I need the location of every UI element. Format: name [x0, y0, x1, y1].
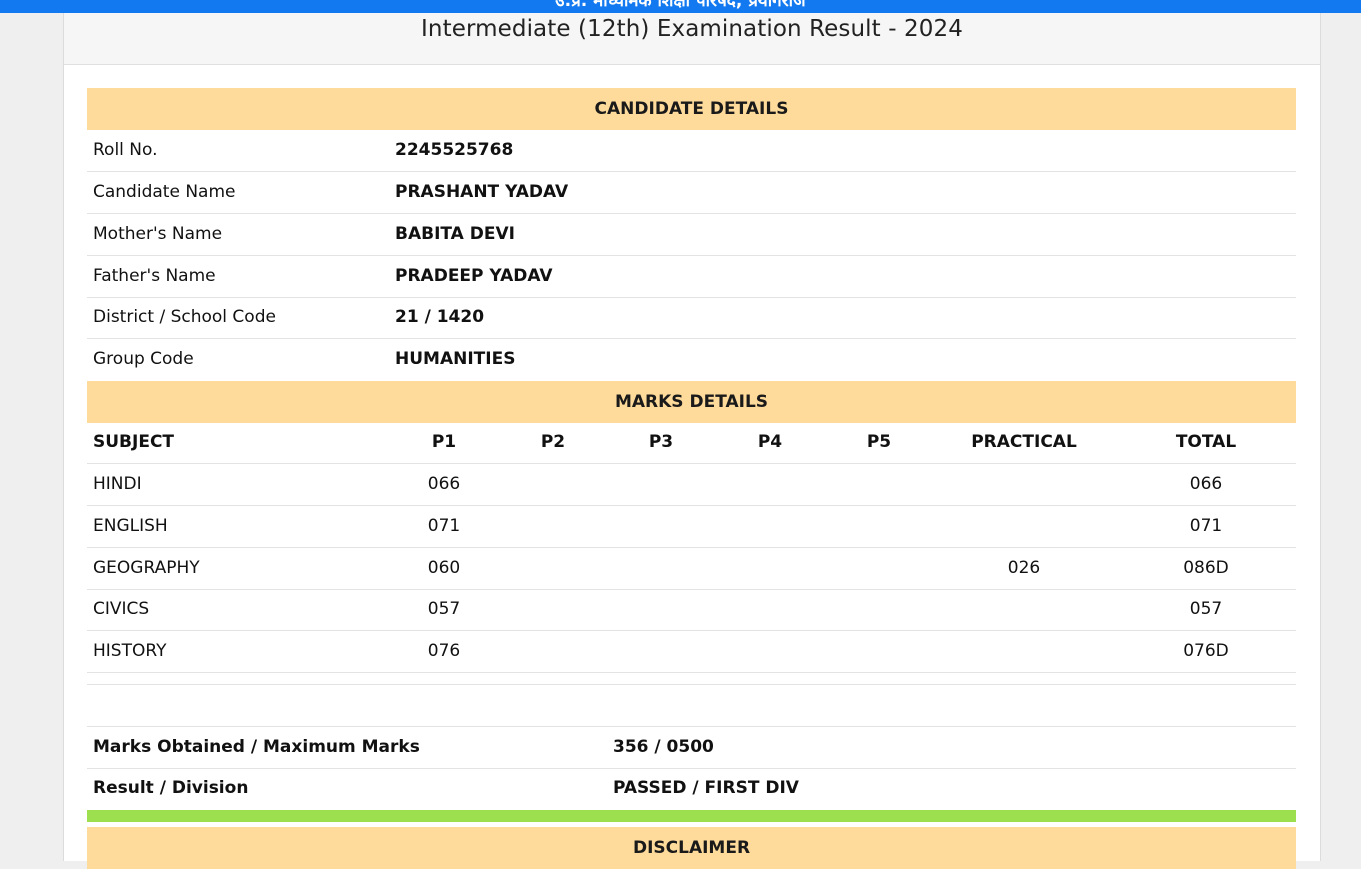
col-total-header: TOTAL [1175, 432, 1237, 452]
table-row: GEOGRAPHY 060 026 086D [87, 548, 1296, 590]
total-marks: 071 [1189, 516, 1223, 536]
table-row: HINDI 066 066 [87, 464, 1296, 506]
result-division-label: Result / Division [93, 778, 249, 798]
result-status-bar [87, 810, 1296, 822]
table-row: CIVICS 057 057 [87, 589, 1296, 631]
group-code-value: HUMANITIES [395, 349, 516, 369]
candidate-row-roll-no: Roll No. 2245525768 [87, 130, 1296, 172]
candidate-details-heading: CANDIDATE DETAILS [87, 88, 1296, 130]
col-p4-header: P4 [757, 432, 783, 452]
card-header: Intermediate (12th) Examination Result -… [64, 13, 1320, 65]
candidate-row-group: Group Code HUMANITIES [87, 339, 1296, 380]
total-marks: 057 [1189, 599, 1223, 619]
total-marks: 066 [1189, 474, 1223, 494]
candidate-row-name: Candidate Name PRASHANT YADAV [87, 172, 1296, 214]
candidate-row-district: District / School Code 21 / 1420 [87, 297, 1296, 339]
page-title: Intermediate (12th) Examination Result -… [421, 16, 963, 42]
p1-marks: 066 [427, 474, 461, 494]
candidate-name-value: PRASHANT YADAV [395, 182, 569, 202]
roll-no-label: Roll No. [93, 140, 158, 160]
practical-marks: 026 [1007, 558, 1041, 578]
subject-name: HINDI [93, 474, 142, 494]
subject-name: ENGLISH [93, 516, 168, 536]
summary-row-marks: Marks Obtained / Maximum Marks 356 / 050… [87, 726, 1296, 769]
col-p5-header: P5 [866, 432, 892, 452]
subject-name: CIVICS [93, 599, 150, 619]
district-school-code-value: 21 / 1420 [395, 307, 485, 327]
total-marks: 076D [1183, 641, 1229, 661]
total-marks: 086D [1183, 558, 1229, 578]
col-p1-header: P1 [431, 432, 457, 452]
father-name-label: Father's Name [93, 266, 216, 286]
candidate-name-label: Candidate Name [93, 182, 236, 202]
site-top-banner: उ.प्र. माध्यमिक शिक्षा परिषद, प्रयागराज [0, 0, 1361, 13]
col-subject-header: SUBJECT [93, 432, 175, 452]
subject-name: HISTORY [93, 641, 167, 661]
p1-marks: 057 [427, 599, 461, 619]
site-banner-text: उ.प्र. माध्यमिक शिक्षा परिषद, प्रयागराज [555, 0, 806, 11]
candidate-row-mother: Mother's Name BABITA DEVI [87, 214, 1296, 256]
p1-marks: 076 [427, 641, 461, 661]
result-division-value: PASSED / FIRST DIV [613, 778, 799, 798]
marks-details-heading: MARKS DETAILS [87, 381, 1296, 423]
marks-table-header: SUBJECT P1 P2 P3 P4 P5 PRACTICAL TOTAL [87, 422, 1296, 464]
father-name-value: PRADEEP YADAV [395, 266, 553, 286]
roll-no-value: 2245525768 [395, 140, 514, 160]
marks-obtained-label: Marks Obtained / Maximum Marks [93, 737, 420, 757]
subject-name: GEOGRAPHY [93, 558, 200, 578]
p1-marks: 060 [427, 558, 461, 578]
mother-name-label: Mother's Name [93, 224, 223, 244]
summary-row-result: Result / Division PASSED / FIRST DIV [87, 768, 1296, 809]
p1-marks: 071 [427, 516, 461, 536]
col-p3-header: P3 [648, 432, 674, 452]
disclaimer-heading: DISCLAIMER [87, 827, 1296, 869]
group-code-label: Group Code [93, 349, 194, 369]
table-row: HISTORY 076 076D [87, 631, 1296, 673]
marks-obtained-value: 356 / 0500 [613, 737, 714, 757]
table-spacer-row [87, 673, 1296, 685]
candidate-row-father: Father's Name PRADEEP YADAV [87, 256, 1296, 298]
col-p2-header: P2 [540, 432, 566, 452]
mother-name-value: BABITA DEVI [395, 224, 515, 244]
table-row: ENGLISH 071 071 [87, 506, 1296, 548]
district-school-code-label: District / School Code [93, 307, 276, 327]
col-practical-header: PRACTICAL [971, 432, 1077, 452]
